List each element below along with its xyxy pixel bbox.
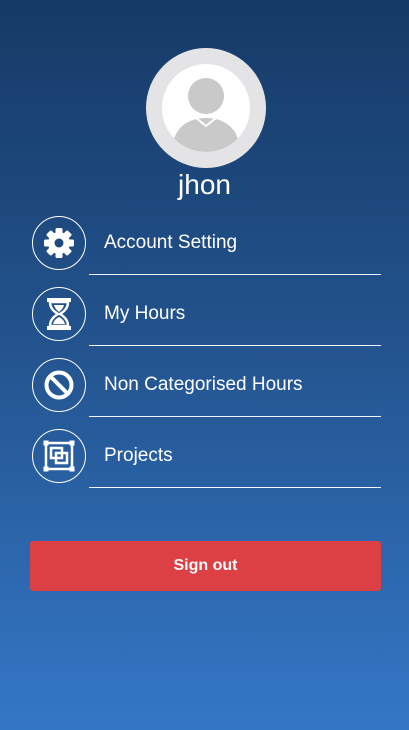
gear-icon (32, 216, 86, 270)
menu-item-label: My Hours (104, 303, 186, 324)
hourglass-icon (32, 287, 86, 341)
divider (89, 345, 381, 346)
avatar[interactable] (146, 48, 266, 168)
divider (89, 487, 381, 488)
user-placeholder-icon (162, 64, 250, 152)
projects-icon (32, 429, 86, 483)
menu-item-non-categorised-hours[interactable]: Non Categorised Hours (32, 358, 381, 429)
menu-item-my-hours[interactable]: My Hours (32, 287, 381, 358)
menu-item-label: Non Categorised Hours (104, 374, 303, 395)
menu: Account Setting My Hours Non Categorised… (32, 216, 381, 500)
menu-item-account-setting[interactable]: Account Setting (32, 216, 381, 287)
username: jhon (178, 169, 231, 200)
divider (89, 416, 381, 417)
divider (89, 274, 381, 275)
menu-item-projects[interactable]: Projects (32, 429, 381, 500)
sign-out-button[interactable]: Sign out (30, 541, 381, 591)
menu-item-label: Projects (104, 445, 173, 466)
prohibited-icon (32, 358, 86, 412)
menu-item-label: Account Setting (104, 232, 238, 253)
